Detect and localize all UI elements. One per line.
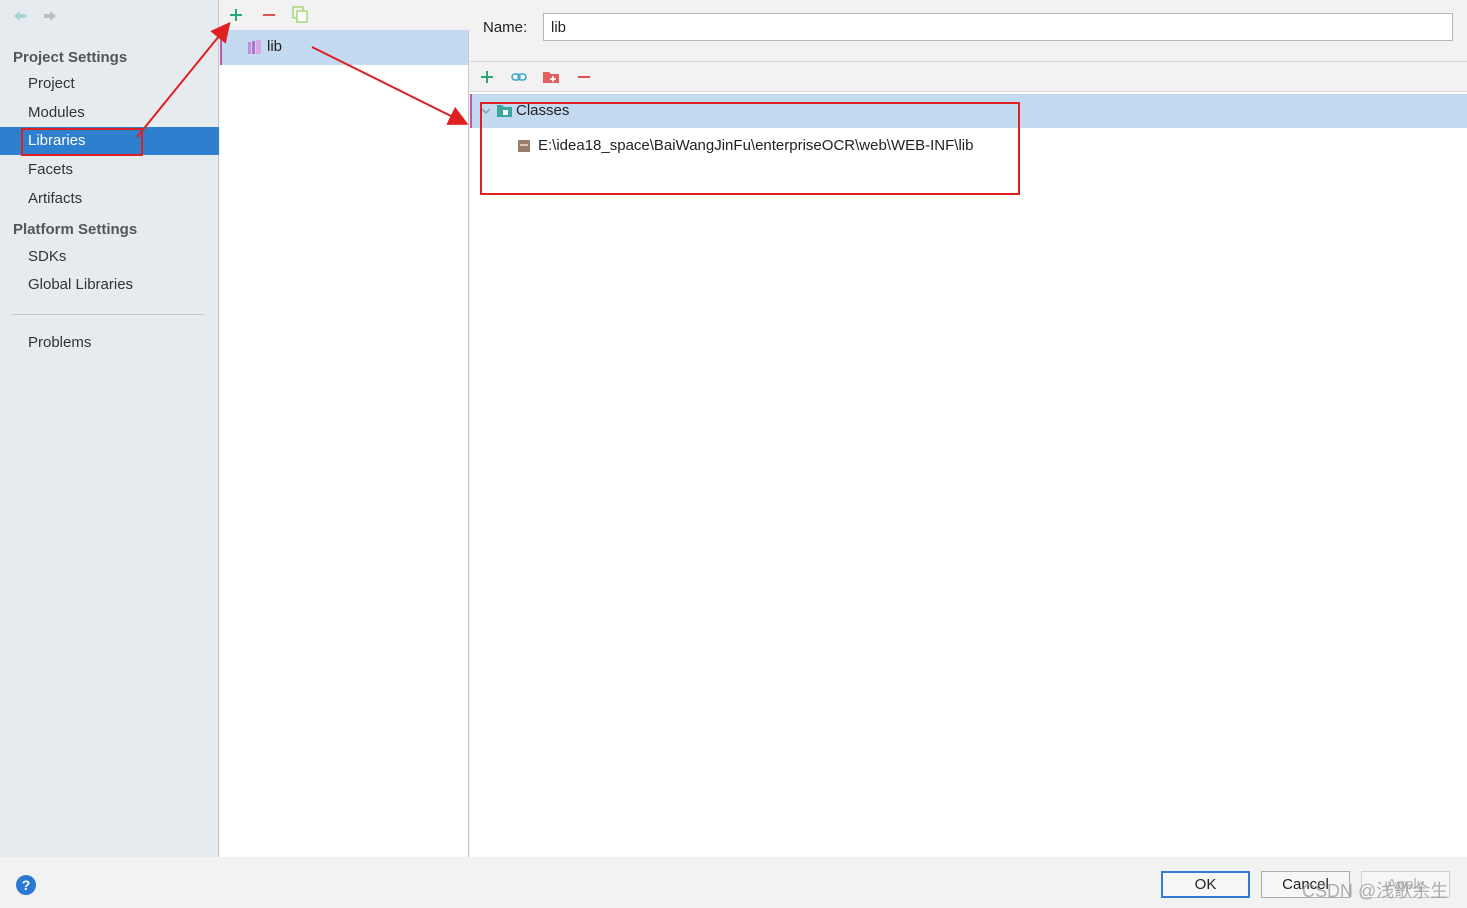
remove-root-icon[interactable] [575,68,593,86]
classes-toolbar [470,62,1467,92]
add-icon[interactable] [227,6,245,24]
library-list-item[interactable]: lib [220,30,468,65]
library-name-input[interactable] [543,13,1453,41]
annotation-box-classes [480,102,1020,195]
sidebar-item-facets[interactable]: Facets [0,156,219,184]
project-settings-heading: Project Settings [13,49,128,66]
annotation-box-libraries [21,128,143,156]
dialog-footer: ? OK Cancel Apply [0,857,1467,908]
remove-icon[interactable] [260,6,278,24]
sidebar-item-sdks[interactable]: SDKs [0,243,219,271]
link-icon[interactable] [510,68,528,86]
library-name: lib [267,38,283,55]
copy-icon[interactable] [291,5,309,23]
sidebar-item-project[interactable]: Project [0,70,219,98]
sidebar-item-global-libraries[interactable]: Global Libraries [0,271,219,299]
sidebar-divider [12,314,204,315]
nav-arrows [12,8,58,24]
forward-arrow-icon[interactable] [42,8,58,24]
library-list-toolbar [220,0,469,30]
back-arrow-icon[interactable] [12,8,28,24]
add-root-icon[interactable] [478,68,496,86]
ok-button[interactable]: OK [1161,871,1250,898]
name-bar: Name: [470,0,1467,62]
library-icon [248,40,261,54]
sidebar-item-problems[interactable]: Problems [0,329,219,357]
sidebar-item-artifacts[interactable]: Artifacts [0,185,219,213]
help-icon[interactable]: ? [16,875,36,895]
library-list-panel: lib [220,0,469,857]
add-folder-icon[interactable] [542,68,560,86]
sidebar-item-modules[interactable]: Modules [0,99,219,127]
watermark: CSDN @浅歌余生 [1302,881,1449,901]
platform-settings-heading: Platform Settings [13,221,138,238]
name-label: Name: [483,19,528,36]
